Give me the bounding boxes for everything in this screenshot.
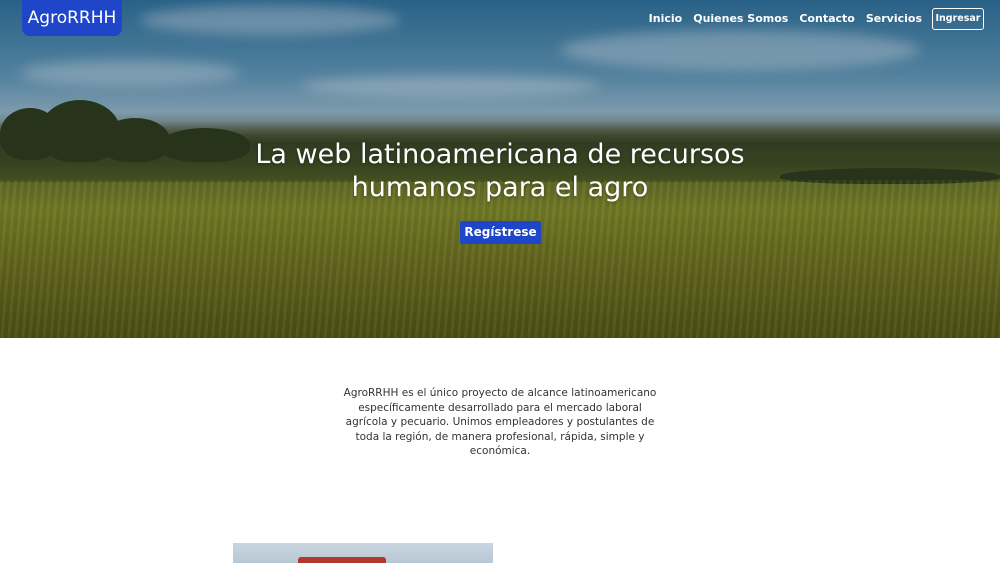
nav-item-inicio[interactable]: Inicio	[649, 11, 683, 27]
hero-banner: AgroRRHH Inicio Quienes Somos Contacto S…	[0, 0, 1000, 338]
nav-item-quienes-somos[interactable]: Quienes Somos	[693, 11, 788, 27]
hero-title-line1: La web latinoamericana de recursos	[255, 139, 745, 170]
brand-logo[interactable]: AgroRRHH	[22, 0, 122, 36]
hero-title-line2: humanos para el agro	[351, 172, 649, 203]
section-image	[233, 543, 493, 563]
harvester-shape	[298, 557, 386, 563]
hero-title: La web latinoamericana de recursos human…	[200, 138, 800, 204]
nav-item-contacto[interactable]: Contacto	[799, 11, 854, 27]
login-button[interactable]: Ingresar	[932, 8, 984, 30]
main-nav: Inicio Quienes Somos Contacto Servicios	[649, 11, 922, 27]
nav-item-servicios[interactable]: Servicios	[866, 11, 922, 27]
about-text: AgroRRHH es el único proyecto de alcance…	[343, 387, 657, 458]
register-button[interactable]: Regístrese	[460, 221, 541, 244]
